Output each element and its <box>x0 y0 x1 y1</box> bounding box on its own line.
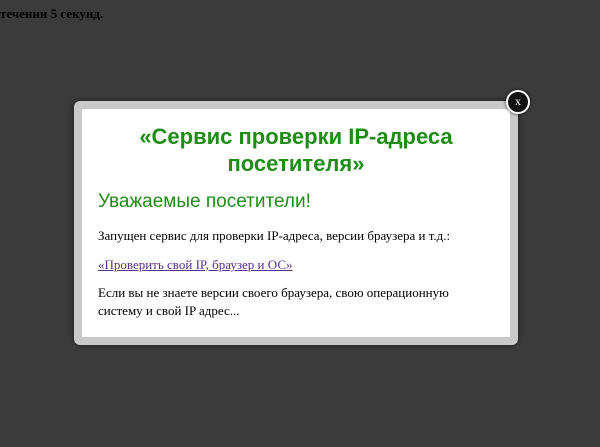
modal-content: «Сервис проверки IP-адреса посетителя» У… <box>82 109 510 337</box>
modal-paragraph-info: Если вы не знаете версии своего браузера… <box>98 285 449 318</box>
close-icon: x <box>515 94 521 108</box>
modal-subtitle: Уважаемые посетители! <box>98 191 311 212</box>
modal-paragraph-intro: Запущен сервис для проверки IP-адреса, в… <box>98 228 451 243</box>
close-button[interactable]: x <box>506 90 530 114</box>
check-ip-link[interactable]: «Проверить свой IP, браузер и ОС» <box>98 256 293 274</box>
modal-title: «Сервис проверки IP-адреса посетителя» <box>139 124 453 176</box>
background-page-text: течении 5 секунд. <box>0 6 104 21</box>
modal-dialog: «Сервис проверки IP-адреса посетителя» У… <box>74 101 518 345</box>
